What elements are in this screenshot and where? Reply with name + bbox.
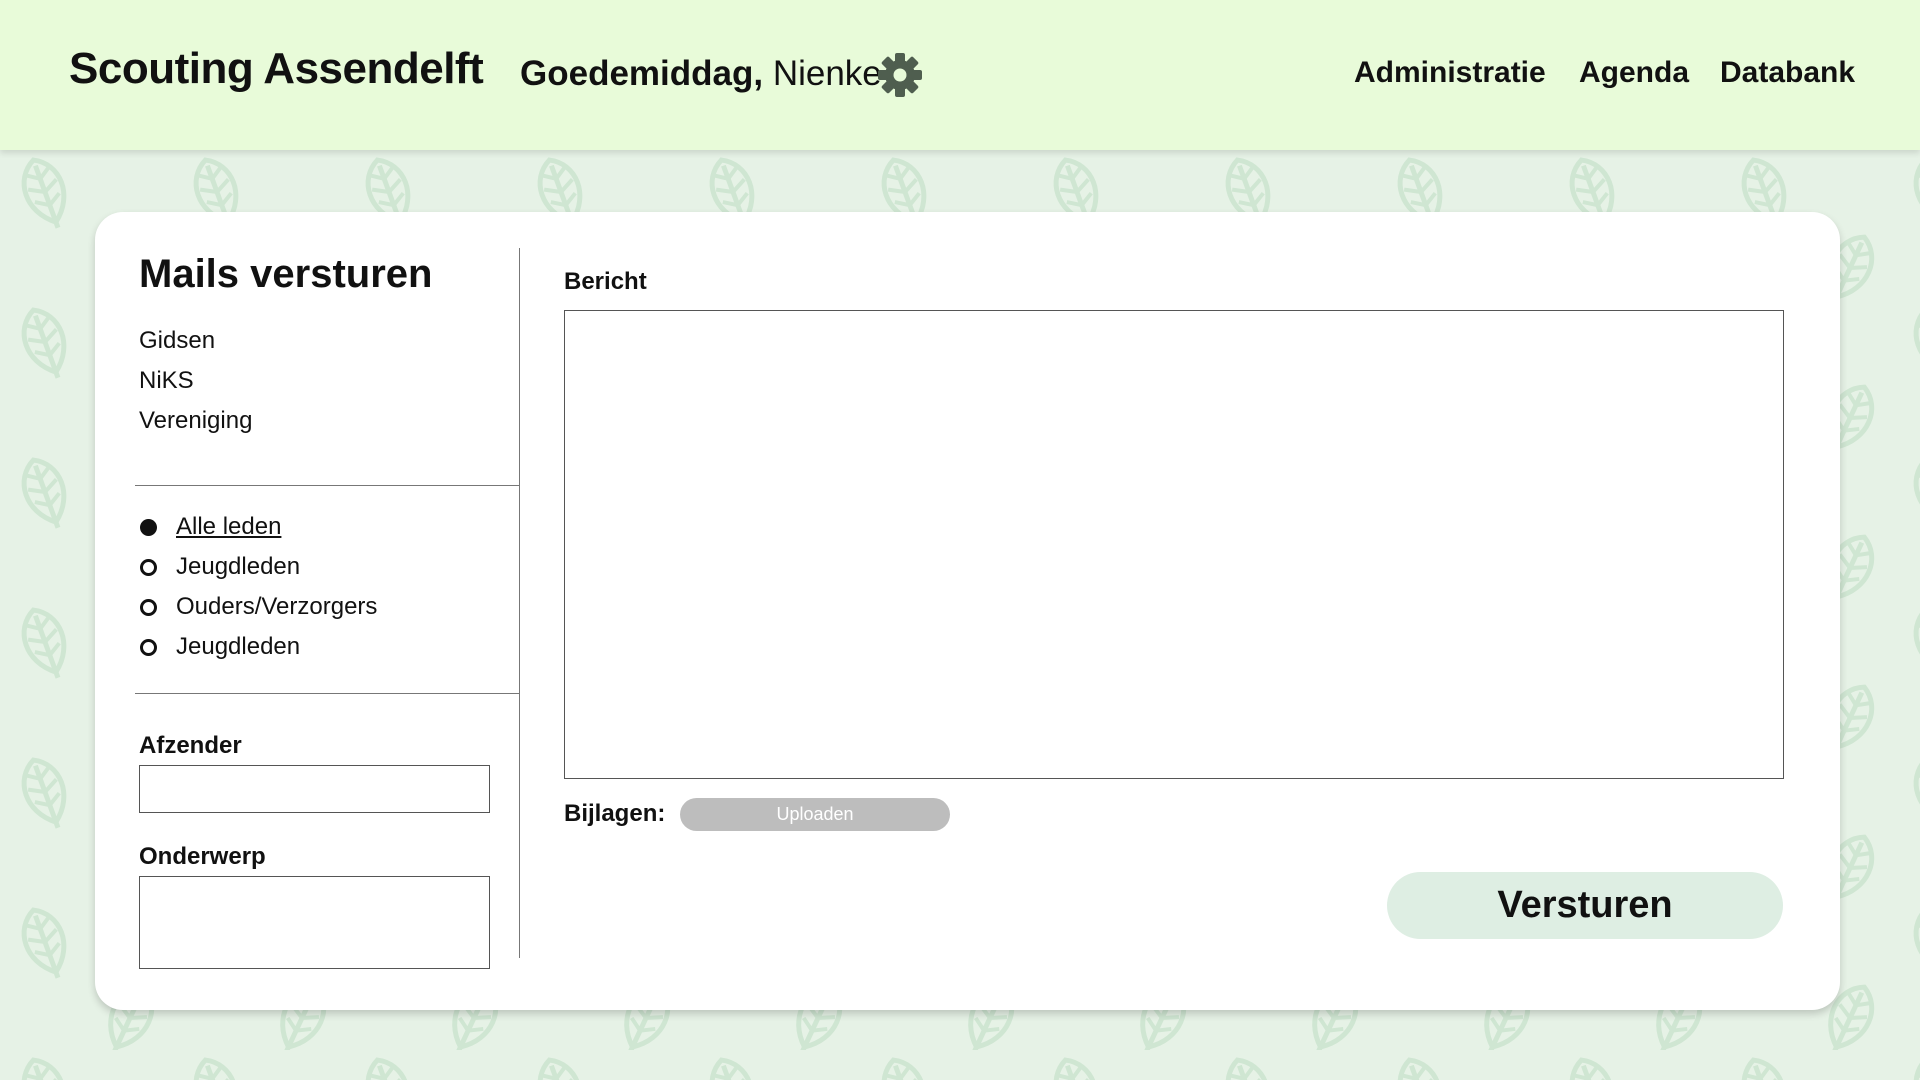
sender-label: Afzender	[139, 732, 242, 759]
nav-databank[interactable]: Databank	[1720, 56, 1855, 90]
panel-divider	[519, 248, 520, 958]
gear-icon[interactable]	[876, 51, 924, 99]
top-bar: Scouting Assendelft Goedemiddag, Nienke …	[0, 0, 1920, 150]
user-name: Nienke	[772, 54, 882, 93]
upload-button[interactable]: Uploaden	[680, 798, 950, 831]
divider	[135, 485, 520, 486]
group-item-vereniging[interactable]: Vereniging	[139, 407, 252, 435]
recipient-label: Alle leden	[176, 513, 282, 540]
greeting: Goedemiddag, Nienke	[520, 54, 882, 94]
group-item-gidsen[interactable]: Gidsen	[139, 327, 215, 355]
nav-agenda[interactable]: Agenda	[1579, 56, 1689, 90]
send-button[interactable]: Versturen	[1387, 872, 1783, 939]
divider	[135, 693, 520, 694]
subject-label: Onderwerp	[139, 843, 266, 870]
recipient-option-jeugdleden-2[interactable]: Jeugdleden	[139, 633, 300, 661]
recipient-option-ouders-verzorgers[interactable]: Ouders/Verzorgers	[139, 593, 377, 621]
brand-title: Scouting Assendelft	[69, 44, 484, 93]
greeting-prefix: Goedemiddag,	[520, 54, 764, 93]
radio-unselected-icon	[140, 638, 157, 656]
sender-input[interactable]	[139, 765, 490, 813]
recipient-option-alle-leden[interactable]: Alle leden	[139, 513, 281, 541]
radio-selected-icon	[140, 518, 157, 536]
group-item-niks[interactable]: NiKS	[139, 367, 194, 395]
message-textarea[interactable]	[564, 310, 1784, 779]
recipient-option-jeugdleden[interactable]: Jeugdleden	[139, 553, 300, 581]
subject-input[interactable]	[139, 876, 490, 969]
radio-unselected-icon	[140, 558, 157, 576]
recipient-label: Jeugdleden	[176, 633, 301, 660]
mail-card: Mails versturen Gidsen NiKS Vereniging A…	[95, 212, 1840, 1010]
radio-unselected-icon	[140, 598, 157, 616]
nav-administratie[interactable]: Administratie	[1354, 56, 1546, 90]
recipient-label: Jeugdleden	[176, 553, 301, 580]
panel-title: Mails versturen	[139, 252, 433, 296]
recipient-label: Ouders/Verzorgers	[176, 593, 378, 620]
message-label: Bericht	[564, 268, 647, 295]
attachments-label: Bijlagen:	[564, 800, 666, 827]
